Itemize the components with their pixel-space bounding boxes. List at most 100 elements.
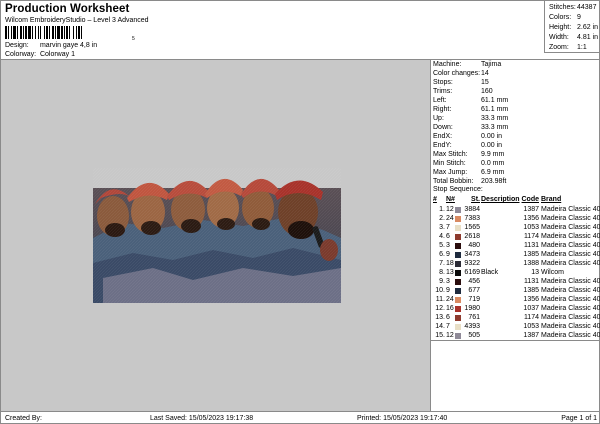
info-label: Max Stitch: bbox=[433, 151, 468, 158]
thread-color-swatch bbox=[455, 315, 461, 321]
thread-color-swatch bbox=[455, 252, 461, 258]
colorway-label: Colorway: bbox=[5, 51, 37, 58]
info-value: 203.98ft bbox=[481, 178, 507, 185]
info-max-stitch: Max Stitch: 9.9 mm bbox=[433, 150, 504, 159]
stat-label: Stitches: bbox=[549, 4, 576, 11]
info-label: Machine: bbox=[433, 61, 462, 68]
stat-height: Height: 2.62 in bbox=[549, 23, 600, 33]
info-endy: EndY: 0.00 in bbox=[433, 141, 502, 150]
info-label: Right: bbox=[433, 106, 452, 113]
page-number: Page 1 of 1 bbox=[561, 415, 597, 422]
stat-label: Width: bbox=[549, 34, 569, 41]
thread-color-swatch bbox=[455, 297, 461, 303]
info-label: Max Jump: bbox=[433, 169, 468, 176]
info-value: 0.00 in bbox=[481, 133, 503, 140]
info-label: Color changes: bbox=[433, 70, 481, 77]
stat-colors: Colors: 9 bbox=[549, 13, 600, 23]
stat-width: Width: 4.81 in bbox=[549, 33, 600, 43]
col-header-description: Description bbox=[481, 196, 520, 203]
info-label: Total Bobbin: bbox=[433, 178, 474, 185]
col-header-brand: Brand bbox=[541, 196, 562, 203]
design-barcode bbox=[5, 26, 145, 39]
info-label: EndY: bbox=[433, 142, 452, 149]
thread-color-swatch bbox=[455, 261, 461, 267]
stat-value: 44387 bbox=[577, 4, 597, 11]
info-value: 61.1 mm bbox=[481, 97, 509, 104]
info-label: Left: bbox=[433, 97, 447, 104]
info-value: 6.9 mm bbox=[481, 169, 505, 176]
design-stats: Stitches: 44387 Colors: 9 Height: 2.62 in W… bbox=[544, 1, 600, 53]
info-left: Left: 61.1 mm bbox=[433, 96, 508, 105]
thread-color-swatch bbox=[455, 234, 461, 240]
printed-date: Printed: 15/05/2023 19:17:40 bbox=[357, 415, 448, 422]
worksheet-header: Production Worksheet Wilcom EmbroiderySt… bbox=[1, 1, 544, 59]
thread-color-swatch bbox=[455, 288, 461, 294]
thread-color-swatch bbox=[455, 306, 461, 312]
info-up: Up: 33.3 mm bbox=[433, 114, 508, 123]
info-machine: Machine: Tajima bbox=[433, 60, 501, 69]
last-saved: Last Saved: 15/05/2023 19:17:38 bbox=[150, 415, 254, 422]
thread-color-swatch bbox=[455, 324, 461, 330]
info-endx: EndX: 0.00 in bbox=[433, 132, 502, 141]
page-title: Production Worksheet bbox=[5, 3, 130, 15]
design-preview bbox=[1, 60, 431, 411]
info-value: 9.9 mm bbox=[481, 151, 505, 158]
info-label: Trims: bbox=[433, 88, 453, 95]
info-down: Down: 33.3 mm bbox=[433, 123, 508, 132]
stat-value: 2.62 in bbox=[577, 24, 599, 31]
design-value: marvin gaye 4,8 in bbox=[39, 42, 98, 49]
thread-color-swatch bbox=[455, 216, 461, 222]
info-trims: Trims: 160 bbox=[433, 87, 493, 96]
machine-info-panel: Machine: Tajima Color changes: 14 Stops: 15… bbox=[431, 60, 600, 411]
info-label: Stops: bbox=[433, 79, 453, 86]
barcode-caption: 5 bbox=[132, 36, 135, 42]
design-row: Design: marvin gaye 4,8 in bbox=[5, 42, 97, 49]
info-value: 33.3 mm bbox=[481, 124, 509, 131]
created-by: Created By: bbox=[5, 415, 42, 422]
stat-label: Zoom: bbox=[549, 44, 569, 51]
design-label: Design: bbox=[5, 42, 29, 49]
info-value: 15 bbox=[481, 79, 489, 86]
stat-value: 4.81 in bbox=[577, 34, 599, 41]
info-value: 14 bbox=[481, 70, 489, 77]
thread-color-swatch bbox=[455, 243, 461, 249]
col-header-stitches: St. bbox=[471, 196, 480, 203]
stat-label: Colors: bbox=[549, 14, 572, 21]
stat-zoom: Zoom: 1:1 bbox=[549, 43, 600, 53]
thread-color-swatch bbox=[455, 207, 461, 213]
production-worksheet: Production Worksheet Wilcom EmbroiderySt… bbox=[0, 0, 600, 424]
colorway-value: Colorway 1 bbox=[39, 51, 75, 58]
thread-color-swatch bbox=[455, 225, 461, 231]
stat-label: Height: bbox=[549, 24, 572, 31]
stop-sequence-header: # N# St. Description Code Brand bbox=[431, 195, 600, 205]
stop-sequence-divider bbox=[431, 340, 600, 341]
thread-color-swatch bbox=[455, 333, 461, 339]
stat-stitches: Stitches: 44387 bbox=[549, 3, 600, 13]
col-header-num: # bbox=[433, 196, 437, 203]
stat-value: 1:1 bbox=[577, 44, 587, 51]
info-label: Up: bbox=[433, 115, 444, 122]
col-header-needle: N# bbox=[446, 196, 455, 203]
embroidery-artwork bbox=[93, 168, 341, 303]
col-header-code: Code bbox=[521, 196, 540, 203]
info-right: Right: 61.1 mm bbox=[433, 105, 508, 114]
info-total-bobbin: Total Bobbin: 203.98ft bbox=[433, 177, 506, 186]
worksheet-footer: Created By: Last Saved: 15/05/2023 19:17… bbox=[1, 411, 600, 424]
software-name: Wilcom EmbroideryStudio – Level 3 Advanc… bbox=[5, 17, 149, 24]
info-color-changes: Color changes: 14 bbox=[433, 69, 489, 78]
thread-color-swatch bbox=[455, 279, 461, 285]
info-min-stitch: Min Stitch: 0.0 mm bbox=[433, 159, 504, 168]
info-value: 33.3 mm bbox=[481, 115, 509, 122]
info-value: 160 bbox=[481, 88, 493, 95]
info-value: Tajima bbox=[481, 61, 502, 68]
info-value: 0.00 in bbox=[481, 142, 503, 149]
colorway-row: Colorway: Colorway 1 bbox=[5, 51, 75, 58]
info-max-jump: Max Jump: 6.9 mm bbox=[433, 168, 504, 177]
info-label: Min Stitch: bbox=[433, 160, 466, 167]
info-stops: Stops: 15 bbox=[433, 78, 489, 87]
info-value: 0.0 mm bbox=[481, 160, 505, 167]
info-value: 61.1 mm bbox=[481, 106, 509, 113]
info-label: Down: bbox=[433, 124, 453, 131]
stop-sequence-title: Stop Sequence: bbox=[433, 186, 483, 193]
info-label: EndX: bbox=[433, 133, 453, 140]
